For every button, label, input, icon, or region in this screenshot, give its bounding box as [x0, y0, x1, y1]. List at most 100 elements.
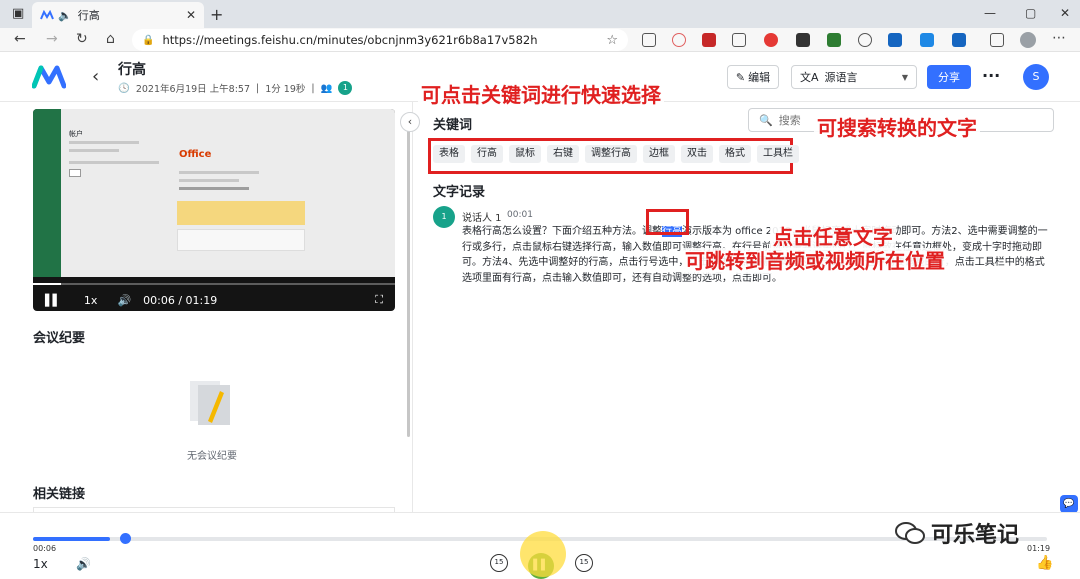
forward-15-icon[interactable]: 15	[575, 554, 593, 572]
video-screen-line	[69, 149, 119, 152]
sidebar-icon[interactable]: ▣	[12, 6, 24, 21]
video-progress-bar[interactable]	[33, 283, 395, 285]
video-controls: ▌▌ 1x 🔊 00:06 / 01:19 ⛶	[33, 289, 395, 311]
left-scrollbar[interactable]	[407, 125, 410, 437]
language-select[interactable]: 文A 源语言 ▼	[791, 65, 917, 89]
minimize-icon[interactable]: —	[984, 6, 996, 20]
extension-icon[interactable]	[858, 33, 872, 47]
video-screen-line	[69, 161, 159, 164]
feishu-minutes-favicon	[40, 10, 54, 20]
annotation-keywords: 可点击关键词进行快速选择	[418, 82, 664, 108]
video-progress-fill	[33, 283, 61, 285]
collections-icon[interactable]	[990, 33, 1004, 47]
speaker-avatar: 1	[433, 206, 455, 228]
summary-title: 会议纪要	[33, 331, 86, 346]
wechat-icon	[895, 522, 925, 544]
chevron-down-icon: ▼	[901, 72, 908, 82]
extension-icon[interactable]	[672, 33, 686, 47]
volume-icon[interactable]: 🔊	[76, 557, 91, 571]
participants-icon: 👥	[320, 82, 333, 94]
share-button[interactable]: 分享	[927, 65, 971, 89]
video-screen-line	[179, 187, 249, 190]
speaker-icon[interactable]: 🔈	[58, 9, 72, 22]
browser-tab[interactable]: 🔈 行高 ✕	[32, 2, 204, 28]
video-screen-sidebar	[33, 109, 61, 277]
audio-progress-fill	[33, 537, 111, 541]
address-bar-row: ← → ↻ ⌂ 🔒 https://meetings.feishu.cn/min…	[0, 28, 1080, 52]
maximize-icon[interactable]: ▢	[1025, 6, 1036, 20]
video-screen-card	[177, 201, 305, 225]
transcript-title: 文字记录	[433, 185, 486, 200]
keyword-chip[interactable]: 行高	[471, 145, 503, 163]
meta-divider: |	[256, 82, 260, 94]
extension-icon[interactable]	[732, 33, 746, 47]
audio-progress-thumb[interactable]	[120, 533, 131, 544]
watermark: 可乐笔记	[895, 517, 1019, 549]
volume-icon[interactable]: 🔊	[117, 294, 131, 307]
edit-label: 编辑	[748, 71, 771, 84]
back-arrow-icon[interactable]: ‹	[92, 66, 99, 87]
favorite-star-icon[interactable]: ☆	[606, 33, 618, 48]
extension-icon[interactable]	[702, 33, 716, 47]
keyword-list: 表格 行高 鼠标 右键 调整行高 边框 双击 格式 工具栏	[433, 145, 799, 163]
keywords-title: 关键词	[433, 118, 473, 133]
user-avatar[interactable]: S	[1023, 64, 1049, 90]
chat-float-icon[interactable]: 💬	[1060, 495, 1078, 513]
participant-avatar[interactable]: 1	[338, 81, 353, 95]
collapse-panel-button[interactable]: ‹	[400, 112, 420, 132]
lock-icon: 🔒	[142, 34, 155, 46]
video-speed[interactable]: 1x	[84, 294, 98, 307]
empty-document-icon	[190, 381, 230, 425]
video-screen-line	[69, 141, 139, 144]
speaker-timestamp[interactable]: 00:01	[507, 210, 533, 220]
new-tab-icon[interactable]: +	[210, 5, 223, 24]
video-screen-account: 帐户	[69, 130, 83, 138]
video-screen-content: 帐户 Office	[61, 109, 395, 277]
browser-profile-avatar[interactable]	[1020, 32, 1036, 48]
collections-icon[interactable]	[642, 33, 656, 47]
home-icon[interactable]: ⌂	[106, 31, 115, 47]
rewind-15-icon[interactable]: 15	[490, 554, 508, 572]
extension-icon[interactable]	[764, 33, 778, 47]
keyword-chip[interactable]: 右键	[547, 145, 579, 163]
browser-menu-icon[interactable]: ⋯	[1052, 30, 1066, 46]
close-tab-icon[interactable]: ✕	[186, 8, 196, 22]
video-screen-button	[69, 169, 81, 177]
refresh-icon[interactable]: ↻	[76, 31, 88, 47]
shield-icon[interactable]	[827, 33, 841, 47]
extension-icon[interactable]	[920, 33, 934, 47]
more-icon[interactable]: ···	[982, 66, 1000, 85]
watermark-text: 可乐笔记	[931, 523, 1020, 548]
video-screen-office: Office	[179, 149, 212, 160]
keyword-chip[interactable]: 双击	[681, 145, 713, 163]
playback-speed[interactable]: 1x	[33, 557, 48, 571]
thumbs-up-icon[interactable]: 👍	[1036, 555, 1053, 571]
language-label: 源语言	[824, 71, 858, 84]
back-icon[interactable]: ←	[14, 31, 26, 47]
keyword-chip[interactable]: 工具栏	[757, 145, 799, 163]
fullscreen-icon[interactable]: ⛶	[375, 293, 383, 307]
video-player[interactable]: 帐户 Office ▌▌ 1x 🔊 00:06 / 01:19 ⛶	[33, 109, 395, 311]
transcript-segment[interactable]: 表格行高怎么设置？下面介绍五种方法。调整	[462, 226, 662, 237]
extension-icon[interactable]	[952, 33, 966, 47]
keyword-chip[interactable]: 表格	[433, 145, 465, 163]
window-close-icon[interactable]: ✕	[1060, 6, 1070, 20]
keyword-chip[interactable]: 鼠标	[509, 145, 541, 163]
url-text: https://meetings.feishu.cn/minutes/obcnj…	[162, 33, 538, 47]
keyword-chip[interactable]: 格式	[719, 145, 751, 163]
pause-icon[interactable]: ▌▌	[45, 294, 61, 307]
keyword-chip[interactable]: 调整行高	[585, 145, 637, 163]
meta-divider: |	[311, 82, 315, 94]
current-time: 00:06	[33, 544, 57, 553]
url-field[interactable]: 🔒 https://meetings.feishu.cn/minutes/obc…	[132, 29, 628, 51]
feishu-minutes-logo	[32, 65, 66, 89]
pencil-icon: ✎	[735, 70, 746, 84]
forward-icon[interactable]: →	[46, 31, 58, 47]
summary-empty-text: 无会议纪要	[187, 451, 237, 462]
extension-icon[interactable]	[888, 33, 902, 47]
edit-button[interactable]: ✎ 编辑	[727, 65, 779, 89]
extension-icon[interactable]	[796, 33, 810, 47]
highlight-box	[646, 209, 689, 235]
keyword-chip[interactable]: 边框	[643, 145, 675, 163]
left-panel: 帐户 Office ▌▌ 1x 🔊 00:06 / 01:19 ⛶ 会议纪要 无…	[0, 102, 412, 515]
